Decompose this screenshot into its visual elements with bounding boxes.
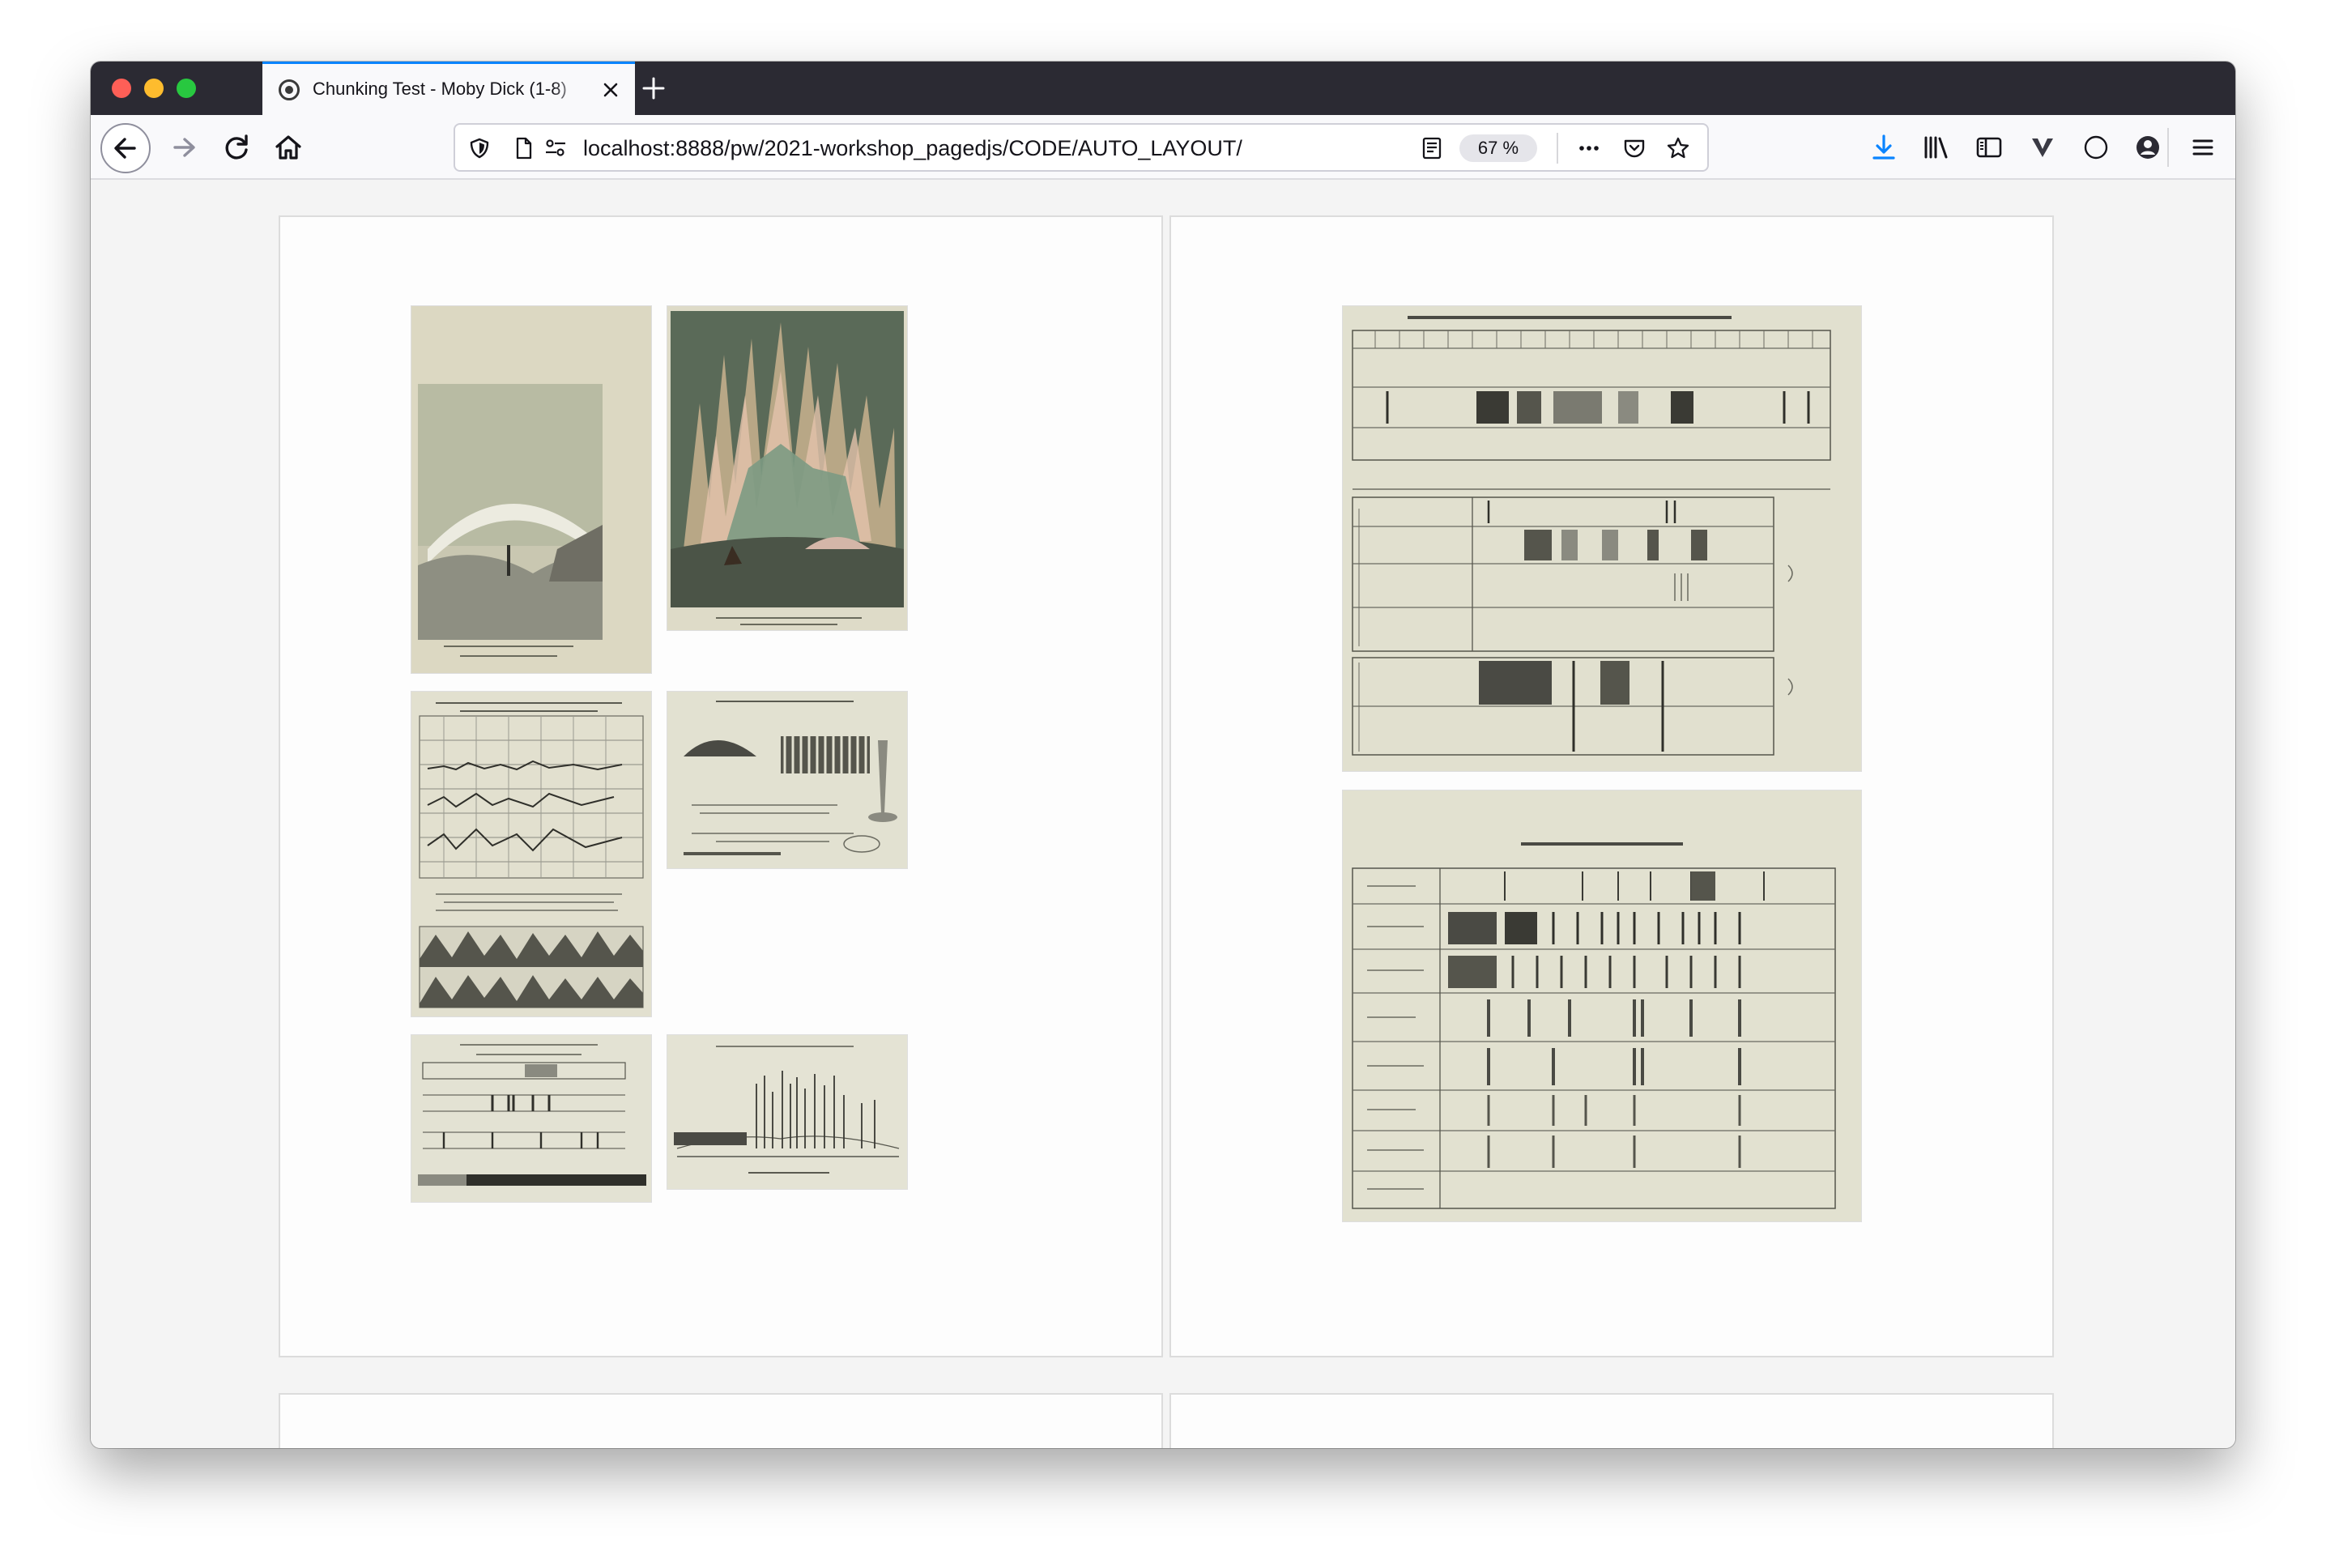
tab-title: Chunking Test - Moby Dick (1-8): [313, 79, 567, 99]
plate-aurora-lines: [1343, 306, 1861, 771]
pocket-icon[interactable]: [1621, 135, 1647, 161]
tab-active[interactable]: Chunking Test - Moby Dick (1-8): [262, 62, 635, 115]
close-icon[interactable]: [598, 77, 624, 103]
new-tab-button[interactable]: [638, 73, 669, 104]
reload-button[interactable]: [214, 125, 259, 170]
url-text[interactable]: localhost:8888/pw/2021-workshop_pagedjs/…: [583, 135, 1242, 161]
extension-icon[interactable]: [2028, 133, 2057, 162]
plate-hydrocarbons-oxygen: [1343, 790, 1861, 1221]
library-icon[interactable]: [1921, 133, 1950, 162]
plate-aurora-rays: [667, 306, 907, 630]
plate-instruments: [667, 692, 907, 868]
maximize-window-button[interactable]: [177, 79, 196, 98]
tab-strip: Chunking Test - Moby Dick (1-8): [91, 62, 2235, 115]
back-button[interactable]: [100, 123, 151, 173]
download-icon[interactable]: [1869, 133, 1898, 162]
page-viewport[interactable]: [91, 180, 2235, 1448]
sidebar-icon[interactable]: [1975, 133, 2004, 162]
page-icon[interactable]: [510, 135, 536, 161]
plate-spectrum-of-aurora: [667, 1035, 907, 1189]
reader-view-icon[interactable]: [1419, 135, 1445, 161]
address-bar[interactable]: localhost:8888/pw/2021-workshop_pagedjs/…: [454, 123, 1709, 172]
plate-spectra-chart: [411, 692, 651, 1016]
star-icon[interactable]: [1665, 135, 1691, 161]
minimize-window-button[interactable]: [144, 79, 164, 98]
separator: [1557, 133, 1558, 164]
page-right: [1169, 215, 2054, 1357]
zoom-level-button[interactable]: 67 %: [1459, 134, 1537, 162]
globe-icon: [279, 79, 300, 100]
menu-icon[interactable]: [2188, 133, 2217, 162]
page-left: [279, 215, 1163, 1357]
plate-aurora-arc: [411, 306, 651, 673]
forward-button[interactable]: [162, 125, 207, 170]
navigation-toolbar: localhost:8888/pw/2021-workshop_pagedjs/…: [91, 115, 2235, 180]
page-next-left: [279, 1393, 1163, 1448]
account-icon[interactable]: [2133, 133, 2162, 162]
circle-icon[interactable]: [2081, 133, 2111, 162]
shield-icon[interactable]: [466, 135, 492, 161]
close-window-button[interactable]: [112, 79, 131, 98]
more-icon[interactable]: [1576, 135, 1602, 161]
permissions-icon[interactable]: [543, 135, 569, 161]
browser-window: Chunking Test - Moby Dick (1-8) localhos…: [91, 62, 2235, 1448]
page-next-right: [1169, 1393, 2054, 1448]
separator: [2167, 128, 2169, 167]
plate-spectrum-scale: [411, 1035, 651, 1202]
home-button[interactable]: [266, 125, 311, 170]
